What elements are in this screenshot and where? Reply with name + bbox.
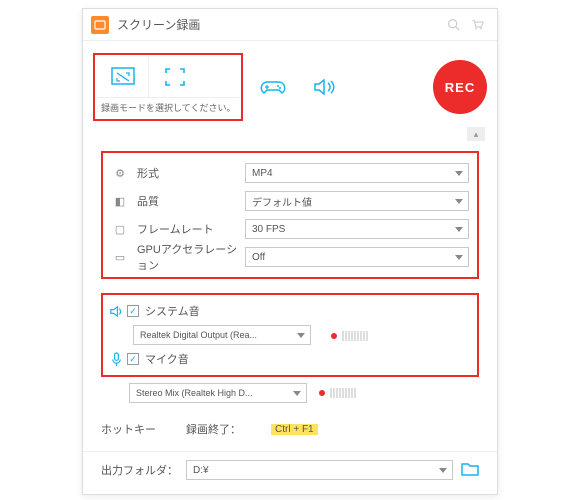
settings-highlight-box: ⚙ 形式 MP4 ◧ 品質 デフォルト値 ▢ フレームレート 30 FPS ▭ …: [101, 151, 479, 279]
titlebar: スクリーン録画: [83, 9, 497, 41]
mic-device-select[interactable]: Stereo Mix (Realtek High D...: [129, 383, 307, 403]
system-audio-checkbox[interactable]: ✓: [127, 305, 139, 317]
microphone-icon: [105, 352, 127, 367]
mode-toolbar: 録画モードを選択してください。 REC: [83, 41, 497, 125]
quality-row: ◧ 品質 デフォルト値: [111, 187, 469, 215]
quality-select[interactable]: デフォルト値: [245, 191, 469, 211]
audio-highlight-box: ✓ システム音 Realtek Digital Output (Rea... ✓…: [101, 293, 479, 377]
quality-icon: ◧: [111, 195, 129, 208]
hotkey-label: ホットキー: [101, 421, 156, 437]
fps-label: フレームレート: [129, 221, 245, 237]
gpu-label: GPUアクセラレーション: [129, 241, 245, 273]
mode-highlight-box: 録画モードを選択してください。: [93, 53, 243, 121]
gear-icon: ⚙: [111, 167, 129, 180]
fps-select[interactable]: 30 FPS: [245, 219, 469, 239]
app-window: スクリーン録画 録画モードを選択してください。 REC ▴: [82, 8, 498, 495]
settings-section: ⚙ 形式 MP4 ◧ 品質 デフォルト値 ▢ フレームレート 30 FPS ▭ …: [83, 143, 497, 287]
hotkey-stop-label: 録画終了：: [186, 421, 241, 437]
app-title: スクリーン録画: [117, 16, 441, 33]
folder-icon[interactable]: [461, 461, 479, 479]
audio-section: ✓ システム音 Realtek Digital Output (Rea... ✓…: [83, 287, 497, 407]
system-audio-device-row: Realtek Digital Output (Rea...: [105, 323, 471, 347]
region-mode-button[interactable]: [97, 57, 149, 97]
app-logo-icon: [91, 16, 109, 34]
fps-row: ▢ フレームレート 30 FPS: [111, 215, 469, 243]
mic-level-meter: [319, 388, 356, 398]
gpu-icon: ▭: [111, 251, 129, 264]
audio-mode-button[interactable]: [303, 67, 347, 107]
record-dot-icon: [319, 390, 325, 396]
format-label: 形式: [129, 165, 245, 181]
system-audio-device-select[interactable]: Realtek Digital Output (Rea...: [133, 325, 311, 345]
fullscreen-mode-button[interactable]: [149, 57, 201, 97]
system-meter-row: Stereo Mix (Realtek High D...: [101, 381, 479, 405]
record-dot-icon: [331, 333, 337, 339]
system-level-meter: [331, 331, 368, 341]
chevron-up-icon[interactable]: ▴: [467, 127, 485, 141]
mic-row: ✓ マイク音: [105, 347, 471, 371]
output-path-select[interactable]: D:¥: [186, 460, 453, 480]
format-select[interactable]: MP4: [245, 163, 469, 183]
format-row: ⚙ 形式 MP4: [111, 159, 469, 187]
record-button[interactable]: REC: [433, 60, 487, 114]
mode-hint-label: 録画モードを選択してください。: [97, 97, 239, 117]
framerate-icon: ▢: [111, 223, 129, 236]
quality-label: 品質: [129, 193, 245, 209]
search-icon[interactable]: [441, 13, 465, 37]
collapse-toggle: ▴: [83, 125, 497, 143]
cart-icon[interactable]: [465, 13, 489, 37]
hotkey-stop-key: Ctrl + F1: [271, 424, 318, 435]
mic-label: マイク音: [145, 351, 189, 367]
mic-checkbox[interactable]: ✓: [127, 353, 139, 365]
output-row: 出力フォルダ： D:¥: [83, 451, 497, 494]
system-audio-label: システム音: [145, 303, 200, 319]
hotkey-row: ホットキー 録画終了： Ctrl + F1: [83, 407, 497, 451]
speaker-icon: [105, 304, 127, 319]
system-audio-row: ✓ システム音: [105, 299, 471, 323]
output-label: 出力フォルダ：: [101, 462, 178, 478]
game-mode-button[interactable]: [251, 67, 295, 107]
gpu-select[interactable]: Off: [245, 247, 469, 267]
gpu-row: ▭ GPUアクセラレーション Off: [111, 243, 469, 271]
